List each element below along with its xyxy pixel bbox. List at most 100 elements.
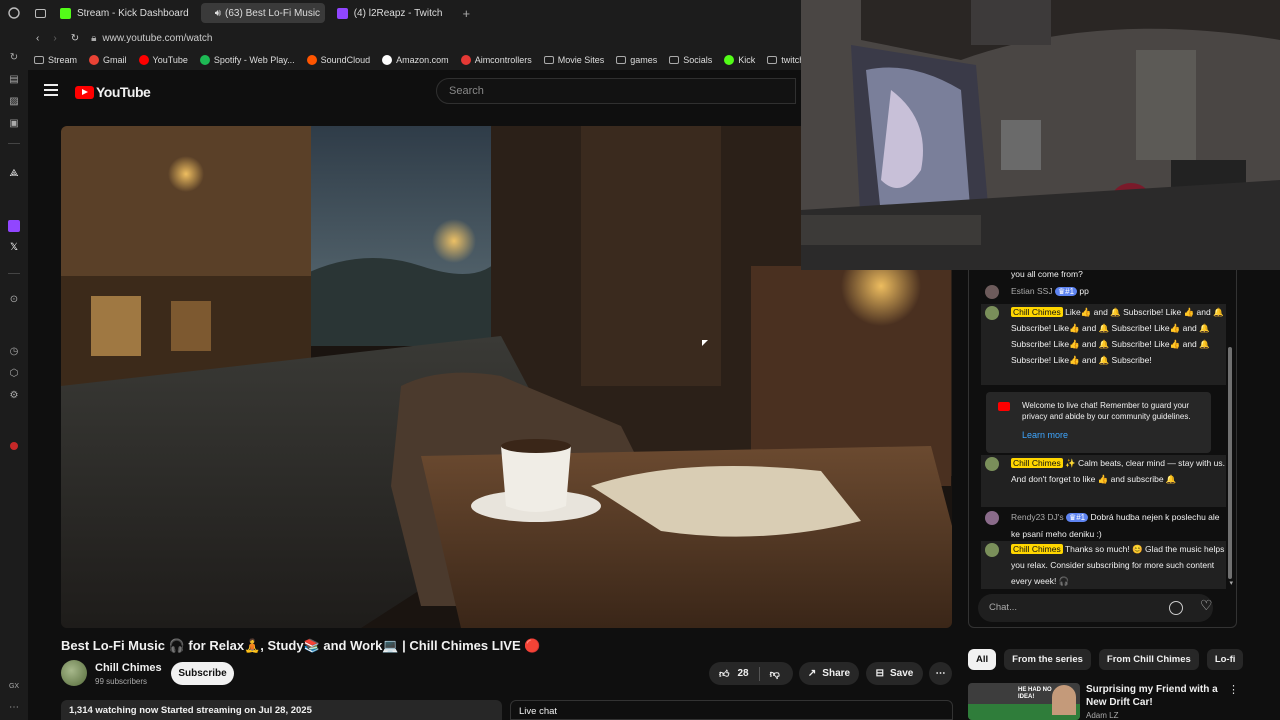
- recommendation-more-icon[interactable]: ⋮: [1228, 683, 1239, 696]
- video-meta[interactable]: 1,314 watching now Started streaming on …: [61, 700, 502, 720]
- member-badge: ♛#1: [1066, 513, 1089, 522]
- bookmark-label: Movie Sites: [557, 55, 605, 65]
- tab-twitch[interactable]: (4) l2Reapz - Twitch: [329, 3, 451, 23]
- mouse-cursor: [702, 340, 708, 346]
- bookmark-item[interactable]: games: [616, 55, 657, 65]
- recommendation-channel[interactable]: Adam LZ: [1086, 711, 1118, 720]
- share-button[interactable]: ↗ Share: [799, 662, 859, 685]
- live-chat-panel: you all come from? Estian SSJ ♛#1 pp Chi…: [968, 262, 1237, 628]
- more-actions-button[interactable]: ⋯: [929, 662, 952, 685]
- mail-icon[interactable]: ▣: [8, 118, 20, 130]
- like-count: 28: [737, 668, 749, 679]
- history-icon[interactable]: ↻: [8, 52, 20, 64]
- bookmark-label: Gmail: [103, 55, 127, 65]
- chip-from-chill-chimes[interactable]: From Chill Chimes: [1098, 649, 1199, 670]
- user-avatar: [985, 285, 999, 299]
- aim-icon: [460, 55, 471, 65]
- more-icon[interactable]: ⋯: [8, 702, 20, 714]
- bookmark-item[interactable]: Stream: [34, 55, 77, 65]
- clock-icon[interactable]: ◷: [8, 346, 20, 358]
- emoji-icon[interactable]: [1169, 601, 1183, 615]
- back-icon[interactable]: ‹: [36, 33, 39, 44]
- kick-icon: [724, 55, 735, 65]
- gx-icon[interactable]: GX: [8, 681, 20, 693]
- channel-name[interactable]: Chill Chimes: [95, 662, 162, 674]
- twitch-icon: [336, 7, 348, 19]
- extensions-icon[interactable]: ⬡: [8, 368, 20, 380]
- ublock-icon[interactable]: [10, 442, 18, 450]
- recommendation-thumbnail[interactable]: HE HAD NO IDEA!: [968, 683, 1080, 720]
- browser-menu-icon[interactable]: [0, 0, 28, 26]
- folder-icon: [669, 56, 680, 64]
- save-button[interactable]: ⊟ Save: [866, 662, 923, 685]
- speaker-icon[interactable]: 🔊︎: [215, 8, 221, 19]
- logo-text: YouTube: [96, 84, 151, 100]
- subscribe-button[interactable]: Subscribe: [171, 662, 234, 685]
- bookmark-label: Spotify - Web Play...: [213, 55, 295, 65]
- divider: [8, 143, 20, 144]
- like-button[interactable]: 👍︎ 28: [719, 668, 749, 680]
- chat-message: Chill Chimes Thanks so much! 😊 Glad the …: [981, 541, 1226, 589]
- bookmark-item[interactable]: Socials: [669, 55, 712, 65]
- chat-author[interactable]: Rendy23 DJ's: [1011, 512, 1064, 522]
- chat-text: pp: [1079, 286, 1089, 296]
- notes-icon[interactable]: ▨: [8, 96, 20, 108]
- tab-label: Stream - Kick Dashboard: [77, 7, 189, 19]
- bookmark-item[interactable]: Kick: [724, 55, 755, 65]
- like-dislike-group: 👍︎ 28 👎︎: [709, 662, 793, 685]
- chat-message: Rendy23 DJ's ♛#1 Dobrá hudba nejen k pos…: [981, 509, 1226, 542]
- owner-badge[interactable]: Chill Chimes: [1011, 458, 1063, 468]
- reload-icon[interactable]: ↻: [71, 33, 79, 44]
- related-chips: All From the series From Chill Chimes Lo-fi: [968, 649, 1251, 671]
- channel-avatar-small: [985, 457, 999, 471]
- bookmark-label: YouTube: [152, 55, 188, 65]
- recommendation-title[interactable]: Surprising my Friend with a New Drift Ca…: [1086, 683, 1228, 709]
- chip-all[interactable]: All: [968, 649, 997, 670]
- bookmark-item[interactable]: Movie Sites: [543, 55, 605, 65]
- bookmark-label: games: [630, 55, 658, 65]
- reader-icon[interactable]: ▤: [8, 74, 20, 86]
- bookmark-label: SoundCloud: [320, 55, 371, 65]
- settings-icon[interactable]: ⚙: [8, 390, 20, 402]
- chat-scrollbar[interactable]: [1228, 347, 1232, 579]
- x-icon[interactable]: 𝕏: [8, 242, 20, 254]
- live-chat-header: Live chat: [510, 700, 953, 720]
- play-circle-icon[interactable]: ⊙: [8, 294, 20, 306]
- dislike-button[interactable]: 👎︎: [770, 668, 780, 680]
- spotify-icon: [199, 55, 210, 65]
- amazon-icon: [382, 55, 393, 65]
- bookmark-label: Stream: [48, 55, 78, 65]
- new-tab-button[interactable]: +: [454, 3, 478, 23]
- bookmark-item[interactable]: Amazon.com: [382, 55, 449, 65]
- learn-more-link[interactable]: Learn more: [1022, 430, 1203, 441]
- bookmark-item[interactable]: Spotify - Web Play...: [199, 55, 295, 65]
- owner-badge[interactable]: Chill Chimes: [1011, 307, 1063, 317]
- chip-from-the-series[interactable]: From the series: [1004, 649, 1091, 670]
- bookmark-item[interactable]: SoundCloud: [306, 55, 371, 65]
- search-input[interactable]: Search: [436, 78, 796, 104]
- tab-kick-dashboard[interactable]: Stream - Kick Dashboard: [52, 3, 197, 23]
- thumb-person: [1052, 685, 1076, 715]
- chat-author[interactable]: Estian SSJ: [1011, 286, 1053, 296]
- menu-icon[interactable]: [44, 84, 58, 96]
- twitch-sidebar-icon[interactable]: [8, 220, 20, 232]
- tab-youtube[interactable]: 🔊︎ (63) Best Lo-Fi Music: [200, 3, 325, 23]
- bookmark-item[interactable]: Aimcontrollers: [460, 55, 532, 65]
- workspaces-icon[interactable]: [28, 8, 52, 18]
- scroll-down-icon[interactable]: ▾: [1229, 579, 1233, 587]
- youtube-logo[interactable]: YouTube: [75, 84, 151, 100]
- bookmark-label: Amazon.com: [396, 55, 449, 65]
- save-label: Save: [890, 668, 914, 679]
- thumbs-up-icon: 👍︎: [719, 668, 730, 680]
- kick-sidebar-icon[interactable]: ⟁: [8, 168, 20, 180]
- chip-lo-fi[interactable]: Lo-fi: [1206, 649, 1244, 670]
- bookmark-item[interactable]: YouTube: [138, 55, 188, 65]
- folder-icon: [34, 56, 44, 64]
- bookmark-item[interactable]: Gmail: [89, 55, 127, 65]
- forward-icon[interactable]: ›: [53, 33, 56, 44]
- heart-icon[interactable]: ♡: [1200, 597, 1213, 614]
- address-bar[interactable]: www.youtube.com/watch: [102, 33, 212, 44]
- channel-avatar[interactable]: [61, 660, 87, 686]
- owner-badge[interactable]: Chill Chimes: [1011, 544, 1063, 554]
- chat-message: Estian SSJ ♛#1 pp: [981, 283, 1226, 300]
